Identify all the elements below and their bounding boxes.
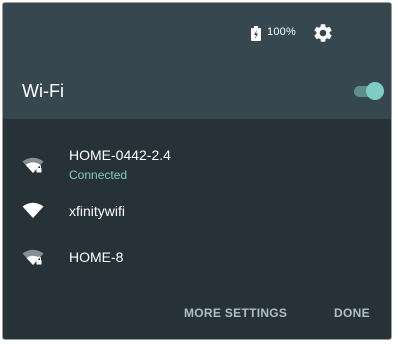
battery-percentage: 100% (267, 26, 296, 38)
wifi-lock-icon (22, 249, 44, 265)
done-button[interactable]: DONE (334, 306, 370, 320)
network-item-home-0442[interactable]: HOME-0442-2.4 Connected (3, 143, 391, 189)
network-name: HOME-8 (69, 249, 124, 265)
network-name: xfinitywifi (69, 203, 126, 219)
network-item-home-8[interactable]: HOME-8 (3, 235, 391, 281)
network-status: Connected (69, 168, 128, 182)
status-bar: 100% (3, 3, 391, 61)
wifi-lock-icon (22, 157, 44, 173)
toggle-thumb (366, 82, 384, 100)
page-title: Wi-Fi (22, 81, 64, 101)
wifi-toggle[interactable] (354, 82, 384, 100)
wifi-icon (22, 202, 44, 218)
quick-settings-panel: 100% Wi-Fi HOME-0442-2.4 Connected xfini… (2, 2, 392, 340)
more-settings-button[interactable]: MORE SETTINGS (184, 306, 287, 320)
wifi-header: Wi-Fi (3, 61, 391, 119)
network-item-xfinitywifi[interactable]: xfinitywifi (3, 189, 391, 235)
gear-icon[interactable] (312, 22, 334, 44)
battery-charging-icon (251, 26, 261, 41)
network-name: HOME-0442-2.4 (69, 147, 171, 163)
